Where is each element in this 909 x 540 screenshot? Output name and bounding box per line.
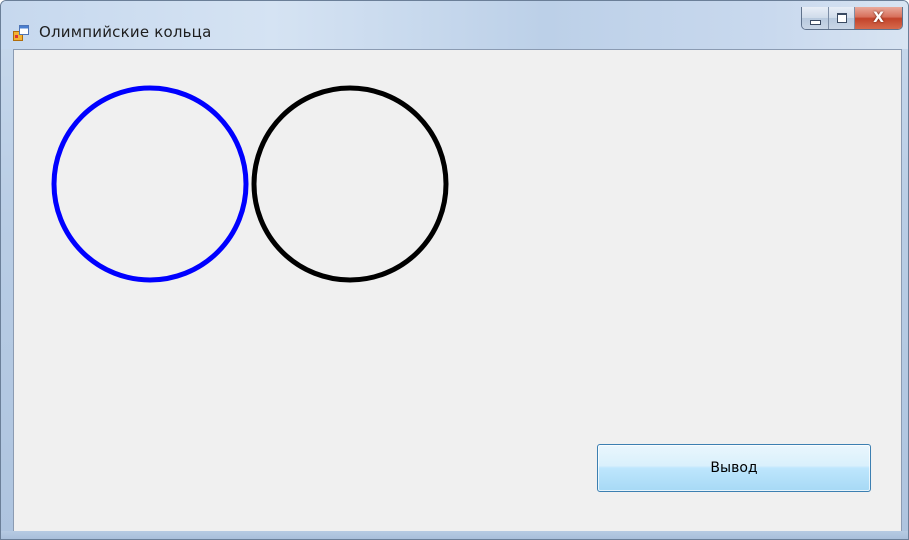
close-button[interactable]: X: [855, 7, 902, 29]
black-ring: [251, 85, 449, 283]
maximize-icon: [836, 13, 847, 23]
window-title: Олимпийские кольца: [39, 23, 212, 41]
maximize-button[interactable]: [829, 7, 855, 29]
minimize-icon: [809, 19, 821, 25]
output-button[interactable]: Вывод: [597, 444, 871, 492]
form-app-icon[interactable]: [13, 25, 29, 41]
caption-buttons: X: [801, 7, 903, 30]
minimize-button[interactable]: [802, 7, 829, 29]
form-client-area: Вывод: [13, 49, 902, 533]
blue-ring: [51, 85, 249, 283]
close-icon: X: [873, 10, 884, 26]
window-bottom-border: [1, 531, 908, 539]
app-window: Олимпийские кольца X Вывод: [0, 0, 909, 540]
title-bar[interactable]: Олимпийские кольца X: [1, 1, 908, 49]
